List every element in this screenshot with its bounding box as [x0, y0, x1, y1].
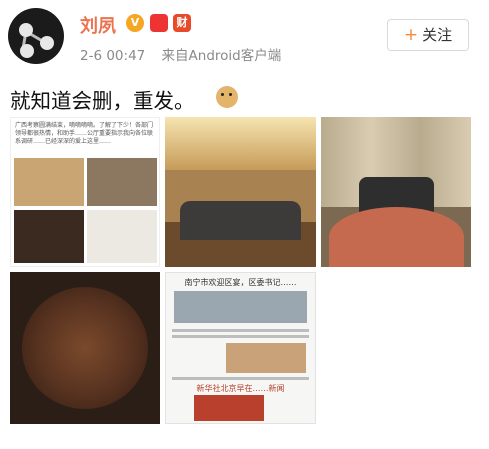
ceiling	[165, 117, 316, 170]
stew-pot	[22, 287, 148, 409]
post-image-2[interactable]	[165, 117, 316, 267]
newspaper-subheadline: 新华社北京早在……新闻	[196, 384, 285, 393]
finance-badge-icon[interactable]: 财	[173, 14, 191, 32]
post-source[interactable]: 来自Android客户端	[162, 48, 282, 64]
follow-label: 关注	[422, 26, 453, 44]
newspaper-photo-bottom	[194, 395, 264, 421]
avatar[interactable]	[8, 8, 64, 64]
doge-emoji-icon	[216, 86, 238, 108]
newspaper-photo	[87, 210, 157, 263]
newspaper-photo-mid	[226, 343, 306, 373]
post-image-1[interactable]: 广西考察圆满结束，嘀嘀嘀嘀。了解了下少！各部门领导都很热情，和助手……公厅重要指…	[10, 117, 160, 267]
post-text: 就知道会删，重发。	[10, 89, 195, 113]
molecule-atom	[19, 23, 33, 37]
red-envelope-icon[interactable]	[150, 14, 168, 32]
post-image-5[interactable]: 南宁市欢迎区宴，区委书记…… 新华社北京早在……新闻	[165, 272, 316, 424]
post-image-4[interactable]	[10, 272, 160, 424]
group-photo	[87, 158, 157, 206]
newspaper-text-line	[172, 329, 309, 332]
post-meta: 2-6 00:47 来自Android客户端	[80, 44, 281, 64]
plus-icon: +	[403, 25, 419, 45]
banquet-photo	[14, 158, 84, 206]
food-photo	[14, 210, 84, 263]
seated-people	[180, 201, 301, 240]
newspaper-text-line	[172, 377, 309, 380]
vip-badge-icon[interactable]: V	[126, 14, 144, 32]
newspaper-text-line	[172, 335, 309, 338]
molecule-atom	[20, 44, 34, 58]
post-time: 2-6 00:47	[80, 48, 146, 64]
post-image-3[interactable]	[321, 117, 471, 267]
username[interactable]: 刘夙	[80, 12, 116, 38]
image-caption-text: 广西考察圆满结束，嘀嘀嘀嘀。了解了下少！各部门领导都很热情，和助手……公厅重要指…	[15, 122, 154, 145]
newspaper-headline: 南宁市欢迎区宴，区委书记……	[184, 278, 297, 287]
newspaper-photo-top	[174, 291, 307, 323]
dining-table	[328, 207, 464, 267]
follow-button[interactable]: + 关注	[387, 19, 469, 51]
molecule-atom	[40, 36, 54, 50]
